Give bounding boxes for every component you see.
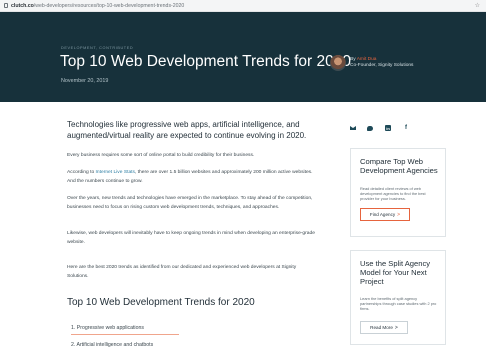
- email-icon: [350, 125, 356, 131]
- paragraph-3: Over the years, new trends and technolog…: [67, 196, 313, 210]
- paragraph-4: Likewise, web developers will inevitably…: [67, 231, 315, 245]
- paragraph-2-prefix: According to: [67, 170, 95, 175]
- share-twitter-button[interactable]: [366, 124, 374, 132]
- author-block: By Amit Dua Co-Founder, Signity Solution…: [330, 55, 413, 71]
- facebook-icon: f: [405, 125, 407, 131]
- card-title: Compare Top Web Development Agencies: [360, 157, 438, 175]
- card-description: Read detailed client reviews of web deve…: [360, 186, 426, 201]
- author-name-link[interactable]: Amit Dua: [357, 57, 377, 62]
- lock-icon: [4, 3, 8, 8]
- linkedin-icon: in: [385, 125, 391, 131]
- url-domain: clutch.co: [11, 2, 34, 9]
- publish-date: November 20, 2019: [61, 78, 109, 84]
- url-path: /web-developers/resources/top-10-web-dev…: [33, 2, 185, 9]
- read-more-label: Read More: [370, 325, 393, 330]
- toc-item-underline: [71, 334, 179, 335]
- chevron-right-icon: >: [394, 324, 398, 331]
- article-lead: Technologies like progressive web apps, …: [67, 120, 307, 140]
- share-email-button[interactable]: [349, 124, 357, 132]
- card-description: Learn the benefits of split agency partn…: [360, 296, 437, 311]
- toc-item-1[interactable]: 1. Progressive web applications: [71, 325, 144, 331]
- toc-item-2[interactable]: 2. Artificial intelligence and chatbots: [71, 342, 153, 348]
- category-kicker[interactable]: DEVELOPMENT, CONTRIBUTED: [61, 46, 133, 50]
- internet-live-stats-link[interactable]: Internet Live Stats: [96, 170, 135, 175]
- compare-agencies-card: Compare Top Web Development Agencies Rea…: [350, 148, 446, 237]
- by-label: By: [350, 57, 356, 62]
- paragraph-2: According to Internet Live Stats, there …: [67, 169, 317, 186]
- author-role: Co-Founder, Signity Solutions: [350, 63, 414, 68]
- find-agency-label: Find Agency: [369, 212, 396, 217]
- share-facebook-button[interactable]: f: [402, 124, 410, 132]
- find-agency-button[interactable]: Find Agency >: [360, 208, 410, 221]
- split-agency-card: Use the Split Agency Model for Your Next…: [350, 250, 446, 345]
- share-linkedin-button[interactable]: in: [384, 124, 392, 132]
- browser-url-bar[interactable]: clutch.co /web-developers/resources/top-…: [0, 0, 486, 12]
- twitter-icon: [367, 125, 373, 131]
- page-title: Top 10 Web Development Trends for 2020: [60, 53, 351, 70]
- paragraph-5: Here are the best 2020 trends as identif…: [67, 265, 297, 279]
- author-avatar[interactable]: [330, 55, 346, 71]
- read-more-button[interactable]: Read More >: [360, 321, 408, 334]
- section-title: Top 10 Web Development Trends for 2020: [67, 297, 255, 308]
- paragraph-1: Every business requires some sort of onl…: [67, 153, 255, 158]
- bookmark-star-icon[interactable]: ☆: [475, 2, 480, 9]
- chevron-right-icon: >: [397, 211, 401, 218]
- card-title: Use the Split Agency Model for Your Next…: [360, 259, 431, 286]
